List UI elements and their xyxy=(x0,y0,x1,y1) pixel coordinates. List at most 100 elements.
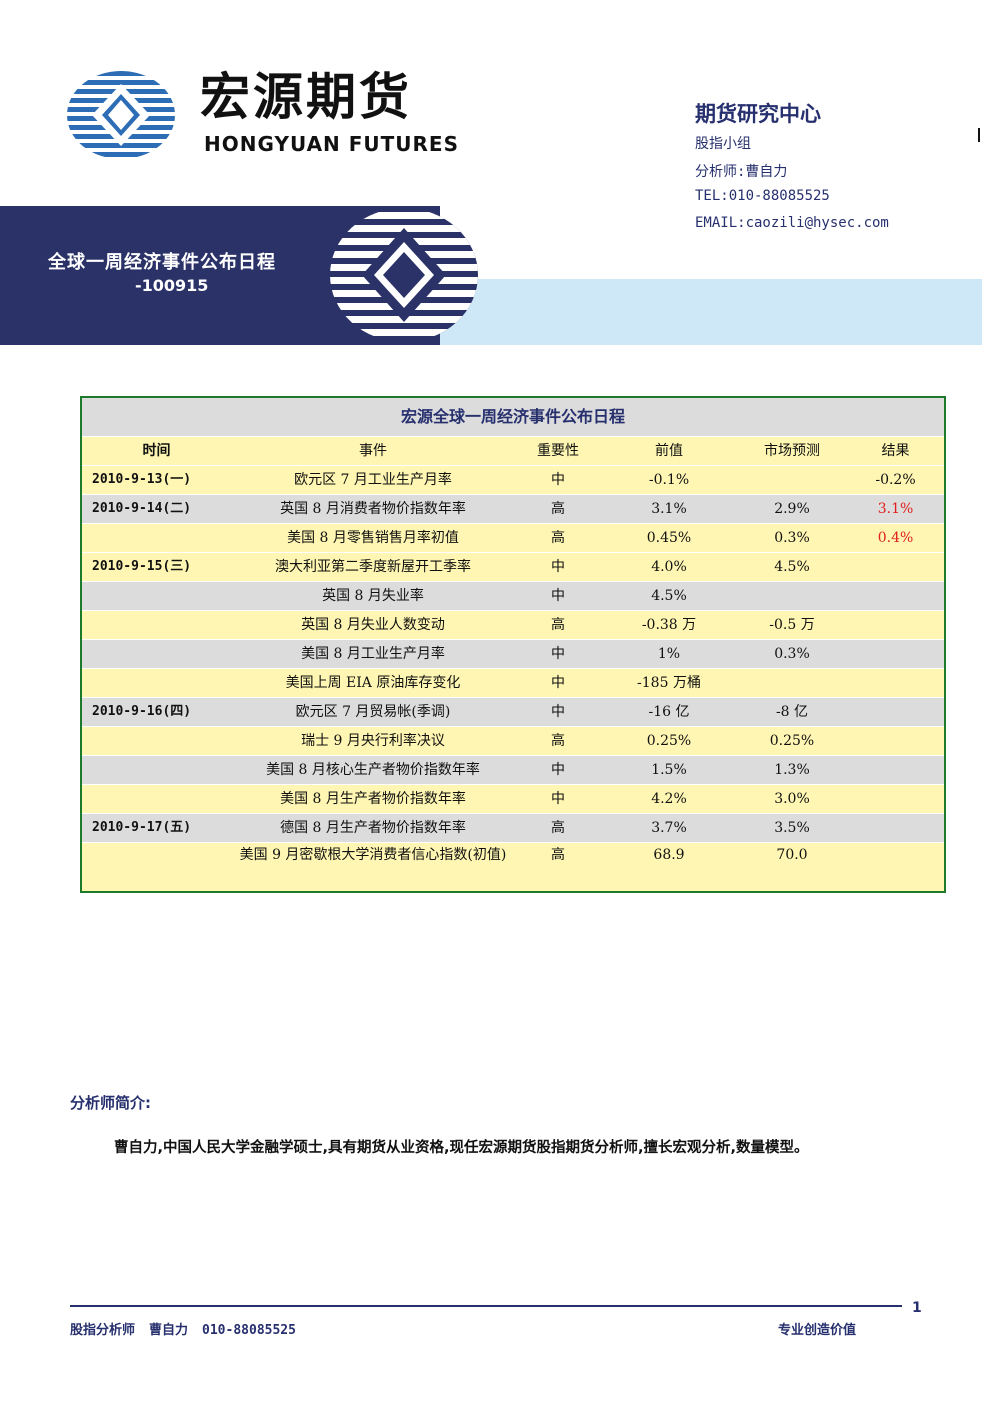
table-caption: 宏源全球一周经济事件公布日程 xyxy=(81,396,946,437)
table-row: 美国 8 月零售销售月率初值高 0.45% 0.3% 0.4% xyxy=(81,523,946,553)
cell-event: 美国 8 月工业生产月率 xyxy=(231,639,515,669)
table-row: 美国 8 月生产者物价指数年率中 4.2% 3.0% xyxy=(81,784,946,814)
economic-schedule-table: 宏源全球一周经济事件公布日程 时间 事件 重要性 前值 市场预测 结果 2010… xyxy=(80,396,947,893)
cell-previous: 0.45% xyxy=(601,523,737,553)
cell-previous: -185 万桶 xyxy=(601,668,737,698)
cell-importance: 中 xyxy=(515,697,601,727)
cell-event: 德国 8 月生产者物价指数年率 xyxy=(231,813,515,843)
table-row: 2010-9-17(五) 德国 8 月生产者物价指数年率高 3.7% 3.5% xyxy=(81,813,946,843)
bio-text: 曹自力,中国人民大学金融学硕士,具有期货从业资格,现任宏源期货股指期货分析师,擅… xyxy=(114,1140,809,1156)
cell-event: 英国 8 月失业率 xyxy=(231,581,515,611)
cell-importance: 中 xyxy=(515,552,601,582)
cell-result xyxy=(847,813,946,843)
table-caption-row: 宏源全球一周经济事件公布日程 xyxy=(81,396,946,437)
cell-previous: -0.38 万 xyxy=(601,610,737,640)
cell-result xyxy=(847,755,946,785)
cell-result xyxy=(847,668,946,698)
cell-importance: 中 xyxy=(515,465,601,495)
table-header-row: 时间 事件 重要性 前值 市场预测 结果 xyxy=(81,436,946,466)
cell-date xyxy=(81,842,231,892)
cell-forecast: -0.5 万 xyxy=(737,610,847,640)
footer-phone: 010-88085525 xyxy=(202,1323,296,1338)
contact-group: 股指小组 xyxy=(695,136,751,152)
cell-previous: 3.1% xyxy=(601,494,737,524)
cell-result xyxy=(847,726,946,756)
cell-result xyxy=(847,610,946,640)
brand-name-cn: 宏源期货 xyxy=(200,68,412,126)
footer-rule xyxy=(70,1305,902,1307)
header-previous: 前值 xyxy=(601,436,737,466)
cell-date xyxy=(81,523,231,553)
cell-result xyxy=(847,784,946,814)
banner-title: 全球一周经济事件公布日程 xyxy=(48,252,276,273)
contact-analyst: 分析师:曹自力 xyxy=(695,164,788,180)
cell-previous: 0.25% xyxy=(601,726,737,756)
table-row: 英国 8 月失业率中 4.5% xyxy=(81,581,946,611)
cell-forecast: 3.0% xyxy=(737,784,847,814)
contact-email[interactable]: EMAIL:caozili@hysec.com xyxy=(695,215,889,231)
cell-forecast xyxy=(737,465,847,495)
cell-event: 英国 8 月消费者物价指数年率 xyxy=(231,494,515,524)
cell-previous: 1% xyxy=(601,639,737,669)
table-row: 美国上周 EIA 原油库存变化中 -185 万桶 xyxy=(81,668,946,698)
cell-event: 美国 8 月生产者物价指数年率 xyxy=(231,784,515,814)
header-importance: 重要性 xyxy=(515,436,601,466)
footer-role: 股指分析师 xyxy=(70,1323,136,1338)
cell-previous: 4.0% xyxy=(601,552,737,582)
table-row: 瑞士 9 月央行利率决议高 0.25% 0.25% xyxy=(81,726,946,756)
cell-result: 0.4% xyxy=(847,523,946,553)
cell-date xyxy=(81,639,231,669)
header-time: 时间 xyxy=(81,436,231,466)
cell-previous: -16 亿 xyxy=(601,697,737,727)
cell-forecast xyxy=(737,581,847,611)
cell-date xyxy=(81,581,231,611)
table-row: 英国 8 月失业人数变动高 -0.38 万 -0.5 万 xyxy=(81,610,946,640)
cell-date: 2010-9-15(三) xyxy=(81,552,231,582)
bio-title: 分析师简介: xyxy=(70,1094,151,1112)
cell-forecast: 0.3% xyxy=(737,639,847,669)
cell-forecast: 1.3% xyxy=(737,755,847,785)
cell-importance: 高 xyxy=(515,610,601,640)
margin-mark xyxy=(978,128,980,142)
cell-forecast: -8 亿 xyxy=(737,697,847,727)
cell-date xyxy=(81,726,231,756)
banner-date: -100915 xyxy=(135,276,209,295)
cell-event: 欧元区 7 月贸易帐(季调) xyxy=(231,697,515,727)
cell-forecast: 70.0 xyxy=(737,842,847,892)
header-result: 结果 xyxy=(847,436,946,466)
cell-event: 美国 8 月核心生产者物价指数年率 xyxy=(231,755,515,785)
cell-result xyxy=(847,842,946,892)
cell-date: 2010-9-17(五) xyxy=(81,813,231,843)
cell-date xyxy=(81,784,231,814)
logo-emblem-icon xyxy=(67,71,175,159)
cell-date xyxy=(81,610,231,640)
cell-result xyxy=(847,697,946,727)
cell-date xyxy=(81,755,231,785)
banner-emblem-icon xyxy=(330,208,478,342)
cell-event: 欧元区 7 月工业生产月率 xyxy=(231,465,515,495)
table-row: 2010-9-13(一) 欧元区 7 月工业生产月率中 -0.1% -0.2% xyxy=(81,465,946,495)
cell-importance: 高 xyxy=(515,523,601,553)
header-forecast: 市场预测 xyxy=(737,436,847,466)
cell-event: 英国 8 月失业人数变动 xyxy=(231,610,515,640)
footer-slogan: 专业创造价值 xyxy=(778,1323,857,1338)
cell-importance: 中 xyxy=(515,784,601,814)
table-row: 2010-9-15(三) 澳大利亚第二季度新屋开工季率中 4.0% 4.5% xyxy=(81,552,946,582)
cell-event: 美国上周 EIA 原油库存变化 xyxy=(231,668,515,698)
cell-importance: 高 xyxy=(515,842,601,892)
cell-event: 美国 8 月零售销售月率初值 xyxy=(231,523,515,553)
cell-date: 2010-9-16(四) xyxy=(81,697,231,727)
cell-importance: 中 xyxy=(515,668,601,698)
header-event: 事件 xyxy=(231,436,515,466)
table-row: 美国 9 月密歇根大学消费者信心指数(初值) 高 68.9 70.0 xyxy=(81,842,946,892)
cell-importance: 高 xyxy=(515,494,601,524)
cell-result xyxy=(847,552,946,582)
cell-result xyxy=(847,581,946,611)
cell-previous: 4.2% xyxy=(601,784,737,814)
cell-forecast: 3.5% xyxy=(737,813,847,843)
cell-result: -0.2% xyxy=(847,465,946,495)
cell-event: 瑞士 9 月央行利率决议 xyxy=(231,726,515,756)
cell-result xyxy=(847,639,946,669)
cell-event: 澳大利亚第二季度新屋开工季率 xyxy=(231,552,515,582)
page-number: 1 xyxy=(912,1300,922,1316)
